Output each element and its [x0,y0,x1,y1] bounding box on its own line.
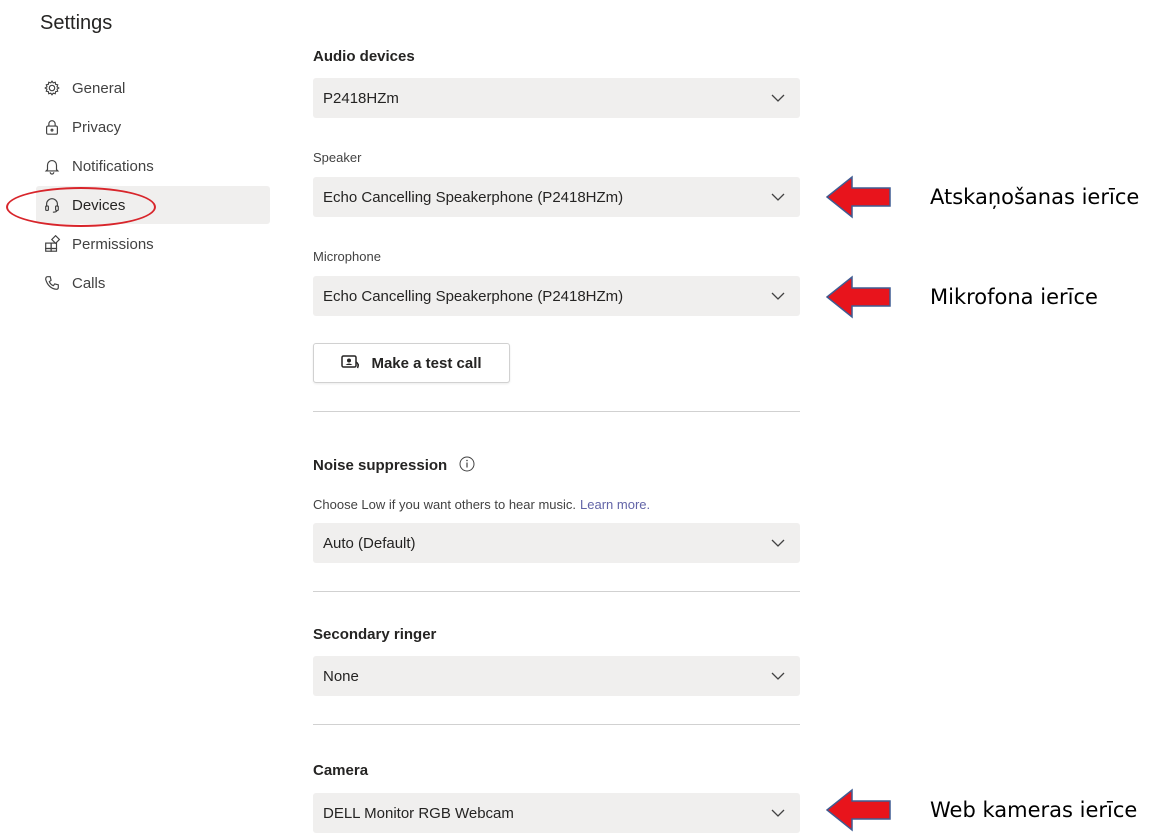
sidebar-item-notifications[interactable]: Notifications [36,147,270,185]
sidebar-item-devices[interactable]: Devices [36,186,270,224]
sidebar-item-general[interactable]: General [36,69,270,107]
speaker-value: Echo Cancelling Speakerphone (P2418HZm) [323,188,624,206]
audio-devices-heading: Audio devices [313,48,415,65]
sidebar-item-label: General [72,79,126,97]
speaker-select[interactable]: Echo Cancelling Speakerphone (P2418HZm) [313,177,800,217]
headset-icon [42,195,62,215]
chevron-down-icon [771,672,785,680]
sidebar-item-label: Calls [72,274,106,292]
secondary-ringer-heading: Secondary ringer [313,626,437,643]
sidebar-item-privacy[interactable]: Privacy [36,108,270,146]
learn-more-link[interactable]: Learn more. [580,497,650,512]
chevron-down-icon [771,539,785,547]
microphone-label: Microphone [313,249,381,264]
make-test-call-button[interactable]: Make a test call [313,343,510,383]
phone-icon [42,273,62,293]
sidebar-item-permissions[interactable]: Permissions [36,225,270,263]
microphone-annotation: Mikrofona ierīce [930,285,1098,309]
test-call-icon [341,355,360,369]
noise-suppression-value: Auto (Default) [323,534,416,552]
sidebar-item-label: Permissions [72,235,154,253]
chevron-down-icon [771,809,785,817]
sidebar-item-label: Devices [72,196,126,214]
sidebar-item-label: Privacy [72,118,122,136]
microphone-select[interactable]: Echo Cancelling Speakerphone (P2418HZm) [313,276,800,316]
camera-arrow-icon [826,788,891,832]
divider [313,411,800,412]
test-call-label: Make a test call [371,354,482,372]
noise-suppression-heading: Noise suppression [313,456,475,474]
sidebar-item-calls[interactable]: Calls [36,264,270,302]
bell-icon [42,156,62,176]
divider [313,591,800,592]
speaker-arrow-icon [826,175,891,219]
info-icon[interactable] [459,456,475,472]
noise-suppression-select[interactable]: Auto (Default) [313,523,800,563]
noise-help-text: Choose Low if you want others to hear mu… [313,497,577,512]
page-title: Settings [40,12,113,34]
camera-value: DELL Monitor RGB Webcam [323,804,514,822]
grid-icon [42,234,62,254]
lock-icon [42,117,62,137]
audio-device-select[interactable]: P2418HZm [313,78,800,118]
noise-suppression-help: Choose Low if you want others to hear mu… [313,497,650,512]
speaker-annotation: Atskaņošanas ierīce [930,185,1140,209]
audio-device-value: P2418HZm [323,89,399,107]
microphone-value: Echo Cancelling Speakerphone (P2418HZm) [323,287,624,305]
chevron-down-icon [771,292,785,300]
noise-suppression-heading-text: Noise suppression [313,457,448,474]
camera-heading: Camera [313,762,369,779]
camera-annotation: Web kameras ierīce [930,798,1138,822]
microphone-arrow-icon [826,275,891,319]
chevron-down-icon [771,94,785,102]
sidebar-item-label: Notifications [72,157,154,175]
secondary-ringer-select[interactable]: None [313,656,800,696]
gear-icon [42,78,62,98]
speaker-label: Speaker [313,150,362,165]
secondary-ringer-value: None [323,667,359,685]
chevron-down-icon [771,193,785,201]
camera-select[interactable]: DELL Monitor RGB Webcam [313,793,800,833]
divider [313,724,800,725]
